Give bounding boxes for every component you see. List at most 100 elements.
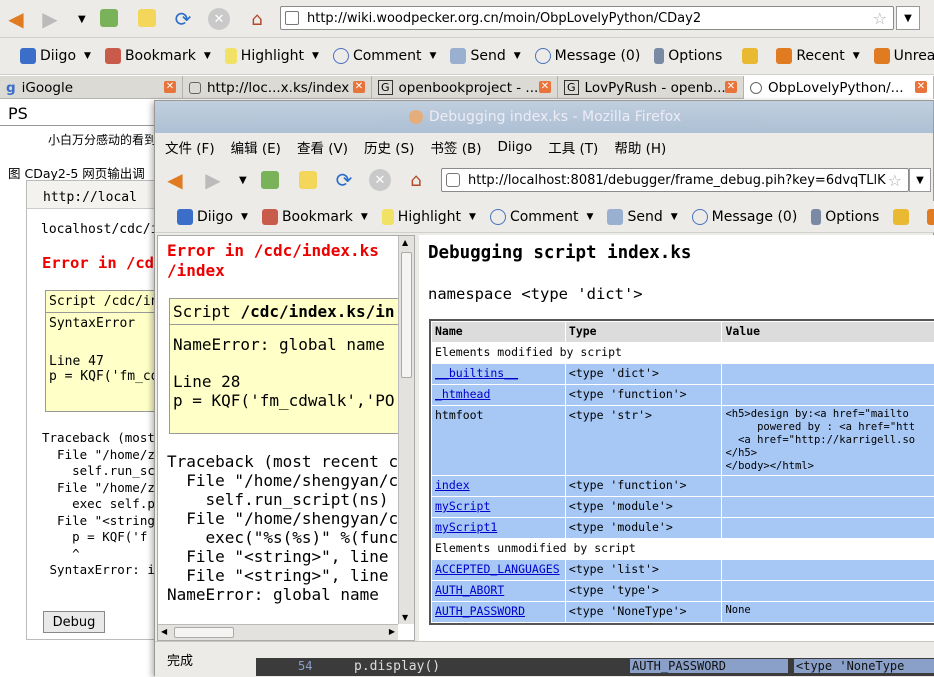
forward-button[interactable]: ▶: [38, 8, 62, 30]
send-icon: [607, 209, 623, 225]
bookmark-button[interactable]: Bookmark▼: [262, 209, 368, 225]
download-icon[interactable]: [100, 9, 118, 27]
variable-link[interactable]: AUTH_ABORT: [435, 583, 504, 597]
menu-item[interactable]: 文件 (F): [165, 137, 215, 157]
variable-link[interactable]: ACCEPTED_LANGUAGES: [435, 562, 560, 576]
name-cell: AUTH_PASSWORD: [432, 602, 566, 623]
tab-close-icon[interactable]: ✕: [915, 81, 927, 93]
type-cell: <type 'list'>: [565, 560, 722, 581]
menu-item[interactable]: 帮助 (H): [614, 137, 666, 157]
highlight-button[interactable]: Highlight▼: [382, 209, 476, 225]
download-icon[interactable]: [261, 171, 279, 189]
star-icon[interactable]: ☆: [888, 171, 902, 190]
namespace-table-frame: NameTypeValue Elements modified by scrip…: [429, 319, 934, 625]
google-g-icon: g: [6, 80, 16, 96]
recent-button[interactable]: Recent▼: [776, 48, 859, 64]
menu-item[interactable]: 查看 (V): [297, 137, 348, 157]
editor-code: p.display(): [354, 659, 440, 674]
message-button[interactable]: Message (0): [535, 48, 641, 64]
back-arrow-icon: ◀: [8, 7, 23, 31]
folder-button[interactable]: [927, 209, 934, 225]
variable-link[interactable]: _htmhead: [435, 387, 490, 401]
tab-obplovelypython[interactable]: ObpLovelyPython/...✕: [744, 76, 934, 99]
highlight-button[interactable]: Highlight▼: [225, 48, 319, 64]
diigo-menu[interactable]: Diigo▼: [20, 48, 91, 64]
sparkle-button[interactable]: [742, 48, 762, 64]
options-button[interactable]: Options: [811, 209, 879, 225]
scroll-thumb[interactable]: [174, 627, 234, 638]
send-button[interactable]: Send▼: [607, 209, 677, 225]
home-icon[interactable]: ⌂: [405, 169, 427, 191]
recent-folder-icon: [776, 48, 792, 64]
variable-link[interactable]: AUTH_PASSWORD: [435, 604, 525, 618]
comment-button[interactable]: Comment▼: [333, 48, 437, 64]
variable-link[interactable]: myScript1: [435, 520, 497, 534]
message-button[interactable]: Message (0): [692, 209, 798, 225]
stop-icon[interactable]: ✕: [369, 169, 391, 191]
bookmark-star-icon[interactable]: [299, 171, 317, 189]
value-cell: [722, 364, 934, 385]
tab-localhost-index[interactable]: http://loc...x.ks/index✕: [183, 76, 372, 99]
tab-close-icon[interactable]: ✕: [353, 81, 365, 93]
ff-url-bar[interactable]: http://localhost:8081/debugger/frame_deb…: [441, 168, 909, 192]
send-button[interactable]: Send▼: [450, 48, 520, 64]
unread-button[interactable]: Unread: [874, 48, 934, 64]
page-heading: PS: [8, 104, 28, 123]
scroll-thumb[interactable]: [401, 252, 412, 378]
menu-item[interactable]: 书签 (B): [430, 137, 481, 157]
section-row: Elements modified by script: [432, 343, 934, 364]
menu-item[interactable]: 历史 (S): [364, 137, 414, 157]
bookmark-star-icon[interactable]: [138, 9, 156, 27]
menu-item[interactable]: Diigo: [498, 139, 533, 155]
comment-button[interactable]: Comment▼: [490, 209, 594, 225]
variable-name: htmfoot: [435, 408, 483, 422]
background-editor-strip: 54 p.display() AUTH_PASSWORD <type 'None…: [256, 658, 934, 676]
ff-url-dropdown-button[interactable]: ▼: [909, 168, 931, 192]
message-icon: [692, 209, 708, 225]
options-button[interactable]: Options: [654, 48, 722, 64]
history-dropdown-icon[interactable]: ▼: [78, 14, 86, 25]
ff-navigation-toolbar: ◀ ▶ ▼ ⟳ ✕ ⌂ http://localhost:8081/debugg…: [155, 161, 934, 199]
bookmark-button[interactable]: Bookmark▼: [105, 48, 211, 64]
name-cell: ACCEPTED_LANGUAGES: [432, 560, 566, 581]
menu-item[interactable]: 编辑 (E): [231, 137, 281, 157]
type-cell: <type 'type'>: [565, 581, 722, 602]
reload-icon[interactable]: ⟳: [333, 169, 355, 191]
page-icon: [285, 11, 299, 25]
menu-item[interactable]: 工具 (T): [548, 137, 598, 157]
bookmark-icon: [262, 209, 278, 225]
debug-button[interactable]: Debug: [43, 611, 105, 633]
tab-igoogle[interactable]: giGoogle✕: [0, 76, 183, 99]
back-button[interactable]: ◀: [4, 8, 28, 30]
tab-close-icon[interactable]: ✕: [725, 81, 737, 93]
history-dropdown-icon[interactable]: ▼: [239, 175, 247, 186]
sparkle-button[interactable]: [893, 209, 913, 225]
variable-link[interactable]: myScript: [435, 499, 490, 513]
url-dropdown-button[interactable]: ▼: [896, 6, 920, 30]
variable-link[interactable]: __builtins__: [435, 366, 518, 380]
traceback-line: self.run_sc: [42, 463, 155, 480]
left-horizontal-scrollbar[interactable]: ◀ ▶: [158, 624, 398, 640]
tab-openbookproject[interactable]: Gopenbookproject - ...✕: [372, 76, 558, 99]
variable-link[interactable]: index: [435, 478, 470, 492]
traceback: Traceback (most recent c File "/home/she…: [167, 452, 398, 604]
tab-close-icon[interactable]: ✕: [539, 81, 551, 93]
value-cell: [722, 560, 934, 581]
diigo-menu[interactable]: Diigo▼: [177, 209, 248, 225]
firefox-logo-icon: [409, 110, 423, 124]
back-button[interactable]: ◀: [163, 169, 187, 191]
url-bar[interactable]: http://wiki.woodpecker.org.cn/moin/ObpLo…: [280, 6, 894, 30]
table-row: _htmhead<type 'function'>: [432, 385, 934, 406]
tab-lovpyrush[interactable]: GLovPyRush - openb...✕: [558, 76, 744, 99]
traceback-line: Traceback (most: [42, 430, 155, 447]
url-text: http://wiki.woodpecker.org.cn/moin/ObpLo…: [307, 11, 701, 26]
stop-icon[interactable]: ✕: [208, 8, 230, 30]
left-vertical-scrollbar[interactable]: ▲ ▼: [398, 236, 414, 624]
star-icon[interactable]: ☆: [873, 9, 887, 28]
forward-button[interactable]: ▶: [201, 169, 225, 191]
table-row: index<type 'function'>: [432, 476, 934, 497]
error-line: Line 28: [170, 354, 408, 391]
home-icon[interactable]: ⌂: [246, 8, 268, 30]
reload-icon[interactable]: ⟳: [172, 8, 194, 30]
tab-close-icon[interactable]: ✕: [164, 81, 176, 93]
